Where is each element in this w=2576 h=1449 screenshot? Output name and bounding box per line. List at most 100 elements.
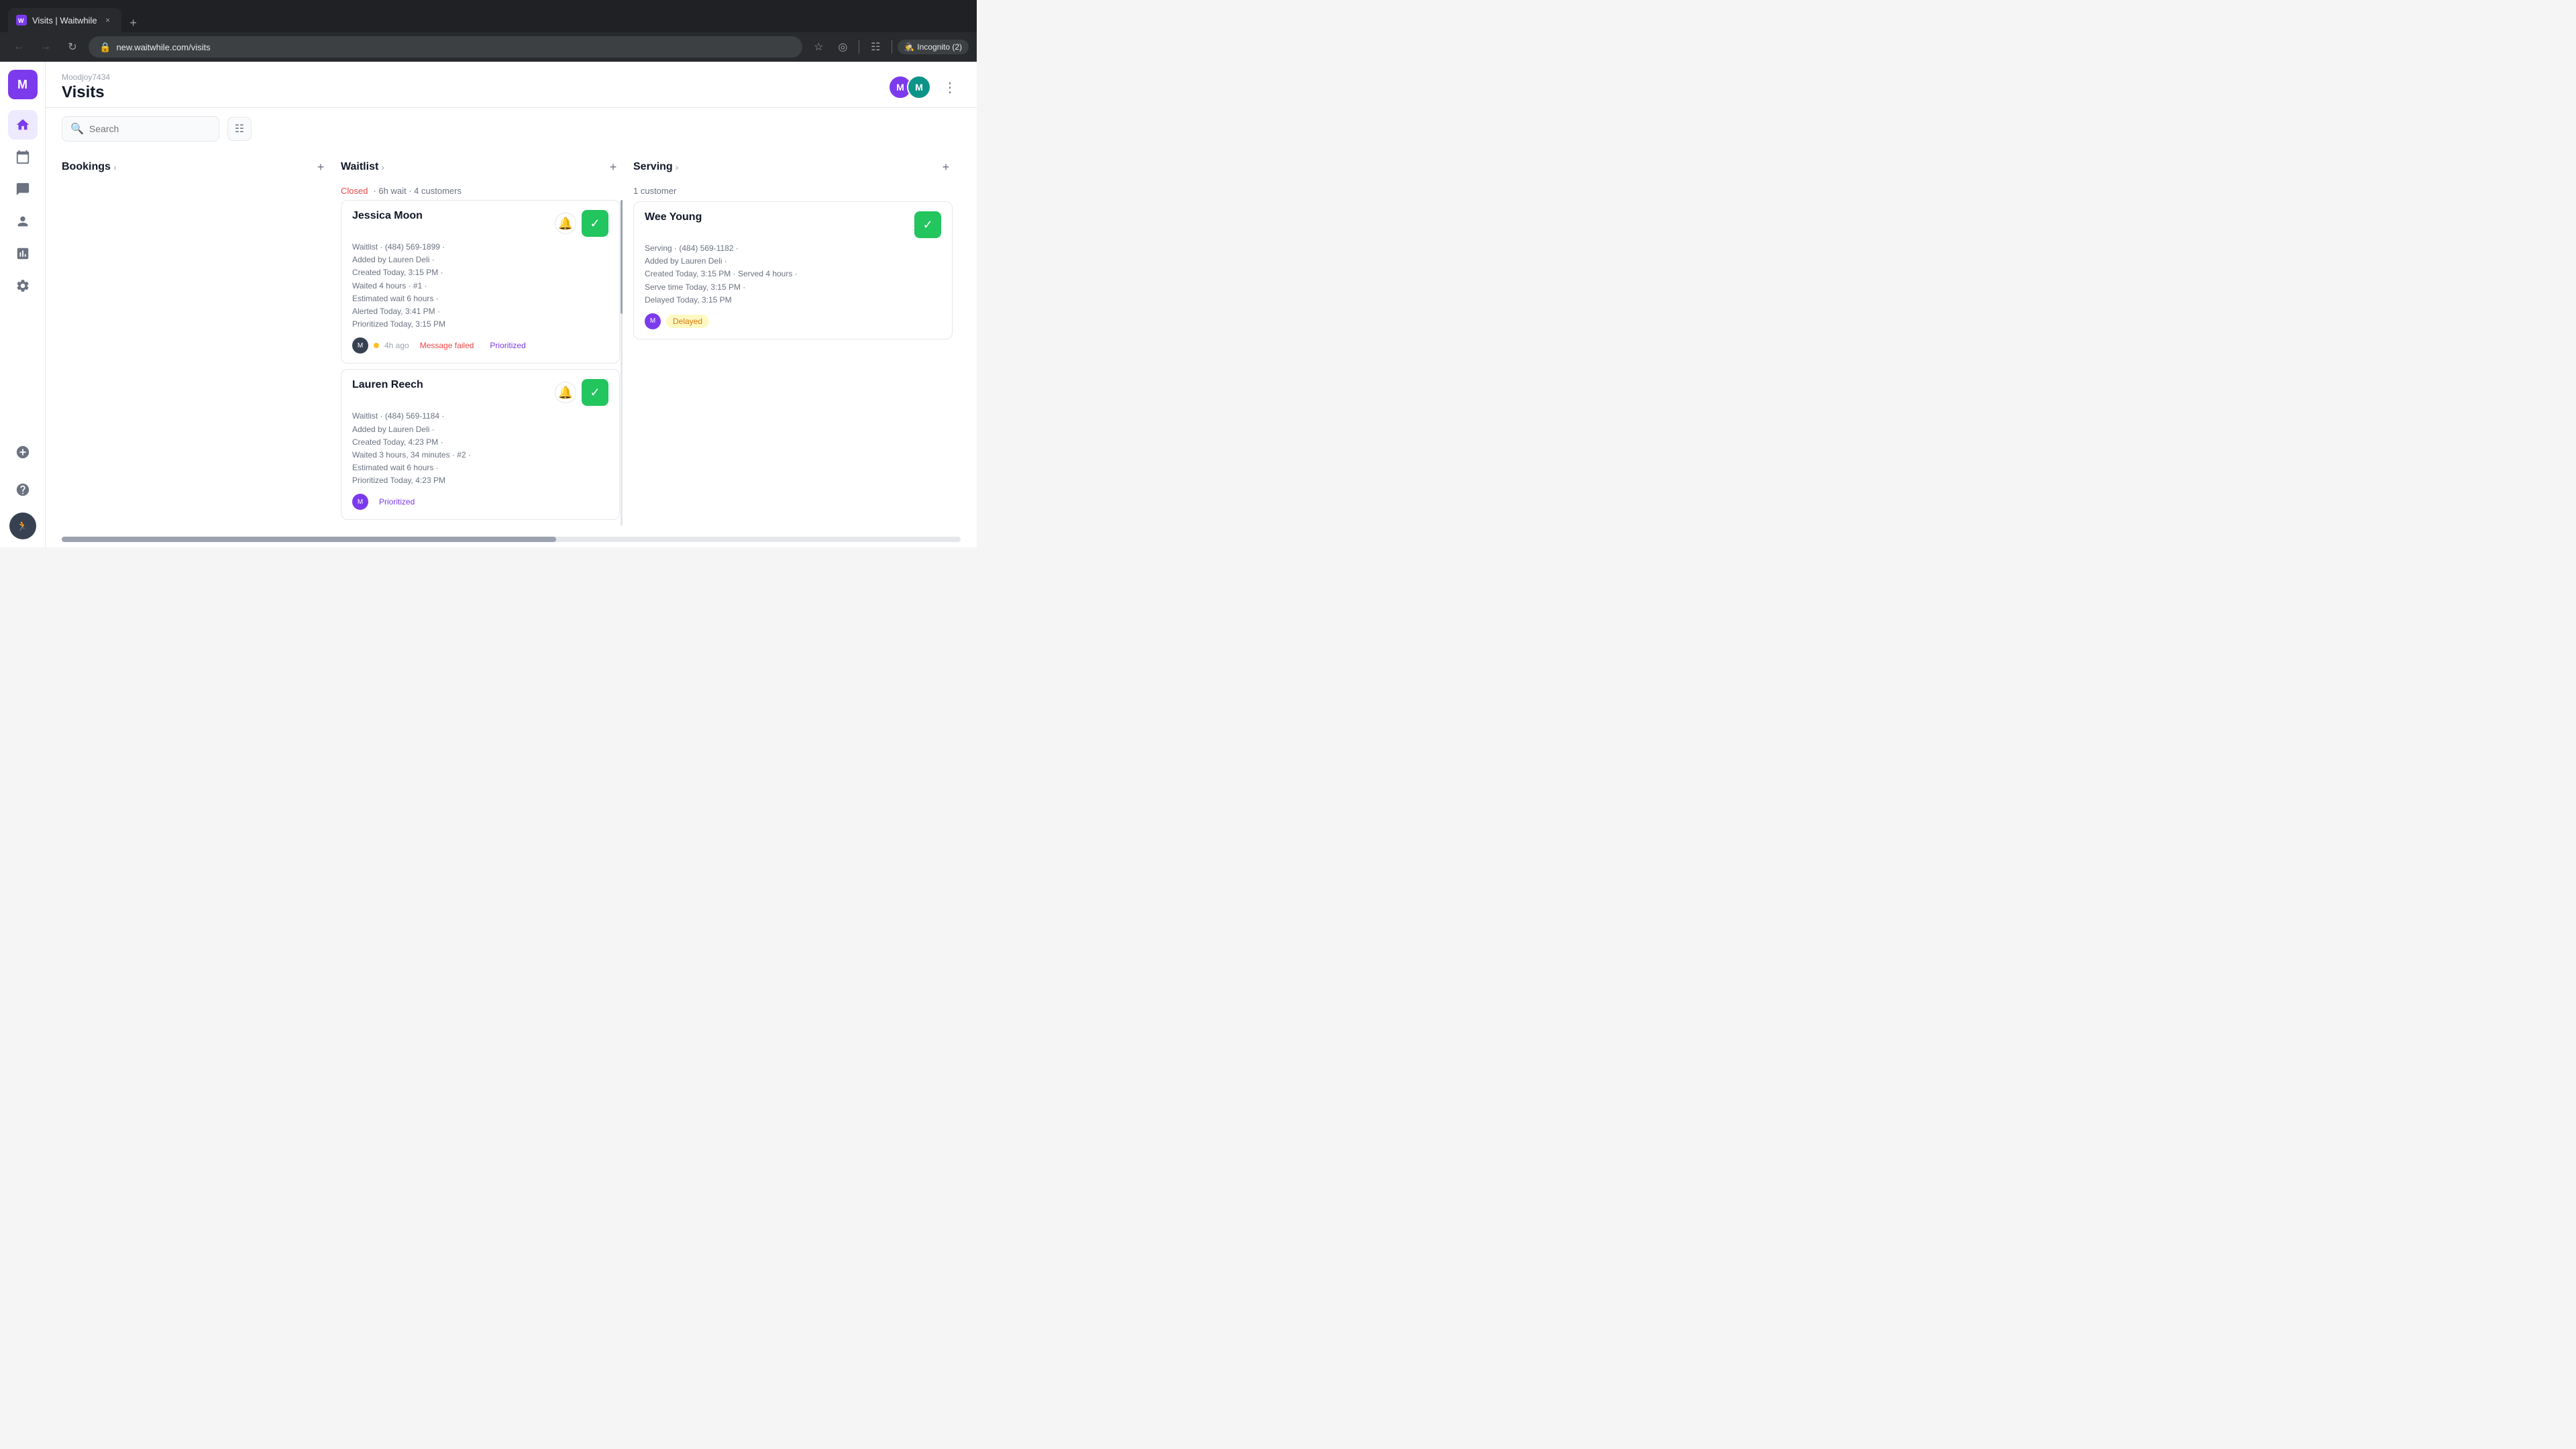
wee-card-actions: ✓ (914, 211, 941, 238)
tab-close-button[interactable]: × (103, 15, 113, 25)
horizontal-scrollbar-track[interactable] (62, 537, 961, 542)
columns-area: Bookings › + Waitlist › + (46, 150, 977, 537)
jessica-detail-3: Created Today, 3:15 PM · (352, 266, 608, 279)
jessica-moon-card[interactable]: Jessica Moon 🔔 ✓ Waitlist · (484) 569-18… (341, 200, 620, 364)
lauren-prioritized-badge: Prioritized (374, 496, 420, 508)
new-tab-button[interactable]: + (124, 13, 143, 32)
serving-chevron-icon: › (676, 162, 679, 172)
lauren-details: Waitlist · (484) 569-1184 · Added by Lau… (352, 410, 608, 487)
jessica-detail-5: Estimated wait 6 hours · (352, 292, 608, 305)
search-input[interactable] (89, 123, 211, 134)
jessica-detail-2: Added by Lauren Deli · (352, 254, 608, 266)
sidebar-toggle-button[interactable]: ☷ (865, 36, 886, 58)
lauren-check-button[interactable]: ✓ (582, 379, 608, 406)
back-button[interactable]: ← (8, 36, 30, 58)
avatar-m2[interactable]: M (907, 75, 931, 99)
lauren-footer: M Prioritized (352, 494, 608, 510)
jessica-details: Waitlist · (484) 569-1899 · Added by Lau… (352, 241, 608, 331)
serving-customer-count: 1 customer (633, 182, 955, 201)
bookings-title-link[interactable]: Bookings › (62, 161, 117, 173)
lauren-reech-card[interactable]: Lauren Reech 🔔 ✓ Waitlist · (484) 569-11… (341, 369, 620, 520)
incognito-label: Incognito (2) (917, 42, 962, 52)
tab-favicon: W (16, 15, 27, 25)
waitlist-column: Waitlist › + Closed · 6h wait · 4 custom… (341, 150, 623, 526)
sidebar-item-home[interactable] (8, 110, 38, 140)
toolbar: 🔍 ☷ (46, 108, 977, 150)
horizontal-scrollbar-thumb (62, 537, 556, 542)
jessica-moon-name: Jessica Moon (352, 210, 423, 222)
bookings-header: Bookings › + (62, 150, 330, 182)
address-bar[interactable]: 🔒 new.waitwhile.com/visits (89, 36, 802, 58)
secure-icon: 🔒 (99, 42, 111, 53)
serving-cards: Wee Young ✓ Serving · (484) 569-1182 · A… (633, 201, 955, 526)
bookings-cards (62, 182, 330, 526)
lauren-detail-5: Estimated wait 6 hours · (352, 462, 608, 474)
logo-letter: M (17, 78, 28, 92)
bookings-title: Bookings (62, 161, 111, 173)
wee-detail-2: Added by Lauren Deli · (645, 255, 941, 268)
waitlist-title-link[interactable]: Waitlist › (341, 161, 384, 173)
bookings-chevron-icon: › (113, 162, 117, 172)
serving-add-button[interactable]: + (936, 158, 955, 176)
sidebar-bottom: 🏃 (8, 437, 38, 539)
waitlist-status-bar: Closed · 6h wait · 4 customers (341, 182, 623, 200)
browser-tabs: W Visits | Waitwhile × + (8, 0, 143, 32)
incognito-icon: 🕵 (904, 42, 914, 52)
extension-button[interactable]: ◎ (832, 36, 853, 58)
serving-title-link[interactable]: Serving › (633, 161, 678, 173)
filter-button[interactable]: ☷ (227, 117, 252, 141)
wee-check-button[interactable]: ✓ (914, 211, 941, 238)
filter-icon: ☷ (235, 122, 244, 136)
sidebar-item-settings[interactable] (8, 271, 38, 301)
wee-young-card[interactable]: Wee Young ✓ Serving · (484) 569-1182 · A… (633, 201, 953, 339)
reload-button[interactable]: ↻ (62, 36, 83, 58)
sidebar-nav (8, 110, 38, 437)
sidebar-item-calendar[interactable] (8, 142, 38, 172)
lauren-detail-1: Waitlist · (484) 569-1184 · (352, 410, 608, 423)
header-right: M M ⋮ (888, 75, 961, 99)
bookmark-button[interactable]: ☆ (808, 36, 829, 58)
jessica-check-button[interactable]: ✓ (582, 210, 608, 237)
waitlist-cards: Jessica Moon 🔔 ✓ Waitlist · (484) 569-18… (341, 200, 623, 526)
jessica-yellow-dot (374, 343, 379, 348)
wee-delayed-badge: Delayed (666, 315, 709, 328)
sidebar-item-people[interactable] (8, 207, 38, 236)
incognito-badge[interactable]: 🕵 Incognito (2) (898, 40, 969, 54)
breadcrumb: Moodjoy7434 (62, 72, 110, 82)
search-icon: 🔍 (70, 122, 84, 136)
waitlist-add-button[interactable]: + (604, 158, 623, 176)
jessica-bell-button[interactable]: 🔔 (555, 213, 576, 234)
card-top: Jessica Moon 🔔 ✓ (352, 210, 608, 237)
jessica-detail-6: Alerted Today, 3:41 PM · (352, 305, 608, 318)
bookings-add-button[interactable]: + (311, 158, 330, 176)
wee-young-name: Wee Young (645, 211, 702, 223)
jessica-time-ago: 4h ago (384, 341, 409, 350)
lauren-detail-3: Created Today, 4:23 PM · (352, 436, 608, 449)
avatar-letter-2: M (915, 82, 923, 93)
svg-text:W: W (18, 17, 24, 23)
waitlist-header: Waitlist › + (341, 150, 623, 182)
serving-header: Serving › + (633, 150, 955, 182)
forward-button[interactable]: → (35, 36, 56, 58)
sidebar: M (0, 62, 46, 547)
sidebar-logo[interactable]: M (8, 70, 38, 99)
serving-column: Serving › + 1 customer Wee Young ✓ (633, 150, 955, 526)
search-box: 🔍 (62, 116, 219, 142)
more-options-button[interactable]: ⋮ (939, 76, 961, 98)
main-header: Moodjoy7434 Visits M M ⋮ (46, 62, 977, 108)
lauren-reech-name: Lauren Reech (352, 379, 423, 391)
sidebar-item-analytics[interactable] (8, 239, 38, 268)
lauren-bell-button[interactable]: 🔔 (555, 382, 576, 403)
user-avatar[interactable]: 🏃 (9, 513, 36, 539)
sidebar-item-help[interactable] (8, 475, 38, 504)
jessica-card-actions: 🔔 ✓ (555, 210, 608, 237)
jessica-message-failed-badge: Message failed (415, 339, 480, 352)
sidebar-item-add[interactable] (8, 437, 38, 467)
active-tab[interactable]: W Visits | Waitwhile × (8, 8, 121, 32)
page-title: Visits (62, 83, 110, 102)
sidebar-item-messages[interactable] (8, 174, 38, 204)
url-text: new.waitwhile.com/visits (116, 42, 210, 52)
wee-detail-4: Serve time Today, 3:15 PM · (645, 281, 941, 294)
main-content: Moodjoy7434 Visits M M ⋮ 🔍 (46, 62, 977, 547)
serving-title: Serving (633, 161, 673, 173)
